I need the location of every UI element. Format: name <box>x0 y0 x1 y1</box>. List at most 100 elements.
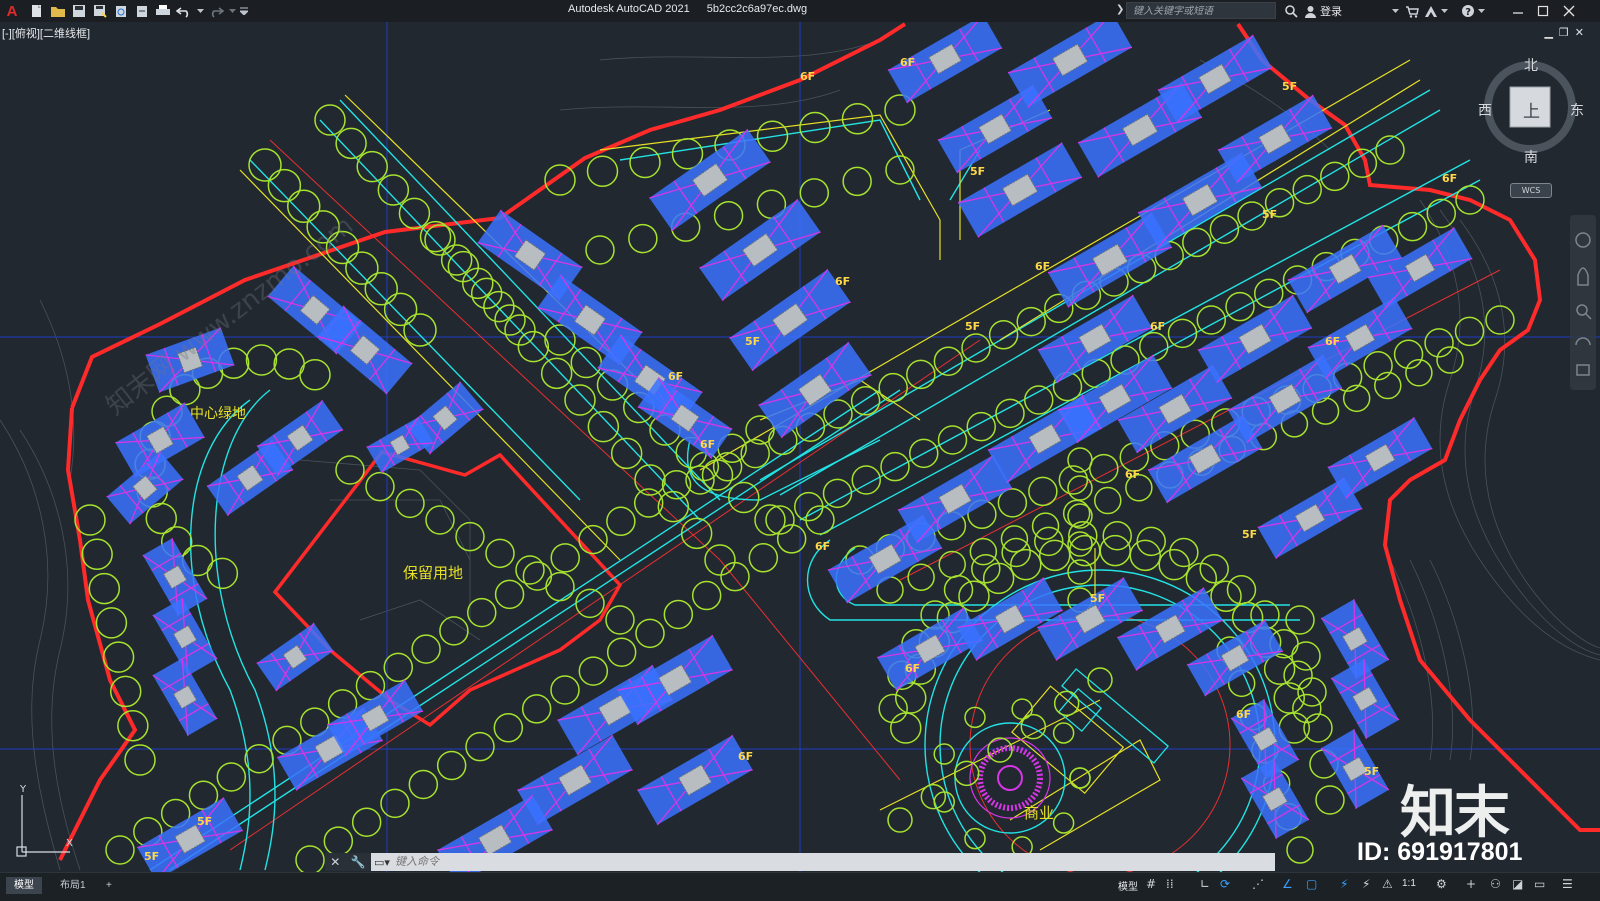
help-icon[interactable]: ? <box>1461 3 1475 19</box>
app-title: Autodesk AutoCAD 2021 <box>568 3 690 15</box>
command-prompt-icon[interactable]: ▭▾ <box>371 856 393 869</box>
a360-dropdown-icon[interactable] <box>1441 3 1448 19</box>
file-name: 5b2cc2c6a97ec.dwg <box>706 3 808 15</box>
object-snap-tracking-icon[interactable]: ∠ <box>1282 877 1293 891</box>
floor-tag: 5F <box>1090 592 1105 605</box>
search-expand-icon[interactable]: ❯ <box>1116 4 1124 15</box>
add-layout-tab-button[interactable]: + <box>98 877 120 894</box>
customization-menu-icon[interactable]: ☰ <box>1562 877 1573 891</box>
auto-scale-icon[interactable]: ⚡ <box>1362 877 1370 891</box>
maximize-window-icon[interactable] <box>1537 3 1549 19</box>
search-icon[interactable] <box>1284 3 1298 19</box>
ortho-mode-icon[interactable]: ∟ <box>1200 877 1210 891</box>
minimize-window-icon[interactable] <box>1512 3 1524 19</box>
new-file-icon[interactable] <box>28 2 46 20</box>
central-green-label: 中心绿地 <box>190 406 246 422</box>
viewcube-ring-icon <box>1484 61 1576 153</box>
viewcube-south[interactable]: 南 <box>1524 147 1538 167</box>
brand-watermark: 知末 <box>1400 781 1510 846</box>
customize-toolbar-icon[interactable] <box>239 2 249 20</box>
drawing-canvas[interactable]: 6F 6F 5F 6F 5F 5F 6F 6F 6F 6F 5F 6F 5F 6F 6F 5F 5F 6F 5F 6F… <box>0 22 1600 872</box>
user-dropdown-icon[interactable] <box>1392 3 1399 19</box>
hardware-acceleration-icon[interactable]: ◪ <box>1512 877 1523 891</box>
annotation-scale-value[interactable]: 1:1 <box>1402 878 1416 889</box>
reserved-land-label: 保留用地 <box>403 564 463 582</box>
command-line-left-controls: ✕ 🔧 <box>325 853 371 871</box>
floor-tag: 5F <box>197 815 212 828</box>
command-customize-icon[interactable]: 🔧 <box>351 855 366 869</box>
window-title: Autodesk AutoCAD 2021 5b2cc2c6a97ec.dwg <box>568 3 821 15</box>
annotation-scale-icon[interactable]: ⚠ <box>1382 877 1393 891</box>
save-as-icon[interactable] <box>91 2 109 20</box>
svg-text:Y: Y <box>19 784 27 795</box>
workspace-gear-icon[interactable]: ⚙ <box>1436 877 1447 891</box>
viewcube[interactable]: 北 南 东 西 上 <box>1468 55 1588 190</box>
sign-in-button[interactable]: 登录 <box>1304 3 1342 19</box>
undo-dropdown-icon[interactable] <box>196 2 204 20</box>
open-folder-icon[interactable] <box>49 2 67 20</box>
autodesk-a360-icon[interactable] <box>1424 3 1438 19</box>
viewcube-west[interactable]: 西 <box>1478 100 1492 120</box>
model-space-toggle[interactable]: 模型 <box>1118 878 1138 893</box>
sign-in-label: 登录 <box>1320 6 1342 18</box>
title-bar: A Autodesk AutoCAD 2021 5b2cc2c6a97ec.dw… <box>0 0 1600 23</box>
redo-dropdown-icon[interactable] <box>228 2 236 20</box>
viewport-close-icon[interactable]: ✕ <box>1575 26 1584 39</box>
save-icon[interactable] <box>70 2 88 20</box>
user-icon <box>1305 5 1316 18</box>
undo-icon[interactable] <box>175 2 193 20</box>
quick-access-toolbar: A <box>0 0 252 22</box>
floor-tag: 5F <box>965 320 980 333</box>
grid-display-icon[interactable]: # <box>1146 877 1156 891</box>
viewport-minimize-icon[interactable]: ▁ <box>1544 26 1552 39</box>
isometric-drafting-icon[interactable]: ⋰ <box>1252 877 1264 891</box>
snap-mode-icon[interactable]: ⁞⁞ <box>1166 877 1174 891</box>
viewcube-north[interactable]: 北 <box>1524 55 1538 75</box>
floor-tag: 6F <box>815 540 830 553</box>
viewport-restore-icon[interactable]: ❐ <box>1559 26 1569 39</box>
clean-screen-icon[interactable]: ▭ <box>1534 877 1545 891</box>
tab-layout1[interactable]: 布局1 <box>52 877 94 894</box>
svg-text:?: ? <box>1465 7 1471 18</box>
polar-tracking-icon[interactable]: ⟳ <box>1220 877 1230 891</box>
floor-tag: 6F <box>1150 320 1165 333</box>
viewcube-east[interactable]: 东 <box>1570 100 1584 120</box>
floor-tag: 6F <box>905 662 920 675</box>
navigation-bar-icons <box>1575 232 1592 376</box>
viewport-controls-label[interactable]: [-][俯视][二维线框] <box>2 25 90 41</box>
floor-tag: 6F <box>1125 468 1140 481</box>
floor-tag: 5F <box>1282 80 1297 93</box>
tab-model[interactable]: 模型 <box>6 877 42 894</box>
annotation-visibility-icon[interactable]: ⚡ <box>1340 877 1348 891</box>
viewport-window-controls: ▁ ❐ ✕ <box>1544 26 1584 39</box>
svg-text:X: X <box>66 838 73 849</box>
floor-tag: 6F <box>900 56 915 69</box>
autocad-logo-icon[interactable]: A <box>2 0 22 22</box>
object-snap-icon[interactable]: ▢ <box>1306 877 1317 891</box>
command-close-icon[interactable]: ✕ <box>330 855 340 869</box>
floor-tag: 6F <box>1236 708 1251 721</box>
save-web-icon[interactable] <box>133 2 151 20</box>
navigation-bar[interactable] <box>1570 215 1596 390</box>
floor-tag: 6F <box>800 70 815 83</box>
cart-icon[interactable] <box>1405 3 1419 19</box>
open-web-icon[interactable] <box>112 2 130 20</box>
close-window-icon[interactable] <box>1563 3 1575 19</box>
floor-tag: 6F <box>668 370 683 383</box>
viewcube-top-face[interactable]: 上 <box>1523 97 1540 122</box>
floor-tag: 6F <box>1442 172 1457 185</box>
floor-tag: 5F <box>1364 765 1379 778</box>
floor-tag: 6F <box>1325 335 1340 348</box>
commercial-label: 商业 <box>1024 804 1054 822</box>
help-dropdown-icon[interactable] <box>1478 3 1485 19</box>
floor-tag: 5F <box>144 850 159 863</box>
image-id-watermark: ID: 691917801 <box>1357 838 1523 866</box>
wcs-menu[interactable]: WCS <box>1510 183 1552 198</box>
redo-icon[interactable] <box>207 2 225 20</box>
isolate-objects-icon[interactable]: ⚇ <box>1490 877 1501 891</box>
search-input[interactable]: 键入关键字或短语 <box>1126 2 1276 19</box>
floor-tag: 6F <box>1035 260 1050 273</box>
command-input[interactable] <box>393 853 1275 871</box>
plot-printer-icon[interactable] <box>154 2 172 20</box>
add-icon[interactable]: + <box>1466 877 1476 891</box>
